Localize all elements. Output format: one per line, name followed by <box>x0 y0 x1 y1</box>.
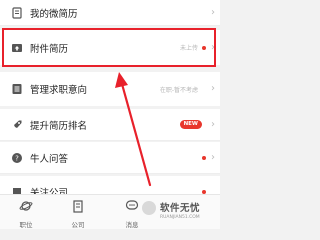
chat-icon <box>125 198 139 217</box>
watermark: 软件无忧 RUANJIAN51.COM <box>140 197 220 229</box>
building-icon <box>71 198 85 217</box>
watermark-subtitle: RUANJIAN51.COM <box>160 215 200 220</box>
tab-jobs[interactable]: 职位 <box>6 198 46 229</box>
tab-label: 职位 <box>19 221 33 229</box>
tab-companies[interactable]: 公司 <box>58 198 98 229</box>
tab-label: 公司 <box>71 221 85 229</box>
watermark-title: 软件无忧 <box>160 203 201 214</box>
watermark-logo-icon <box>142 201 156 215</box>
planet-icon <box>19 198 33 217</box>
tab-label: 消息 <box>125 221 139 229</box>
